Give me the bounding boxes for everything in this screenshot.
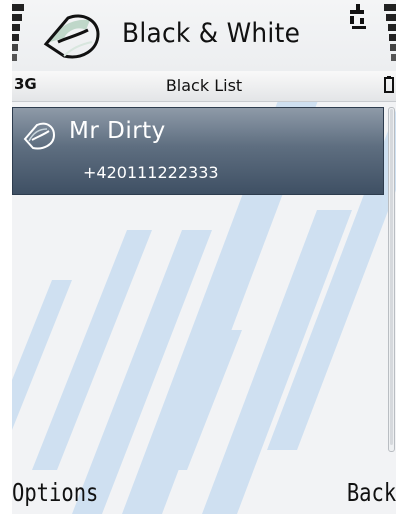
app-header: Black & White — [12, 0, 396, 72]
options-softkey[interactable]: Options — [12, 478, 98, 507]
scrollbar[interactable] — [388, 107, 395, 452]
scrollbar-thumb[interactable] — [390, 109, 393, 445]
signal-strength-icon — [12, 4, 24, 61]
contact-number: +420111222333 — [83, 163, 219, 182]
list-item[interactable]: Mr Dirty +420111222333 — [12, 107, 384, 195]
contact-name: Mr Dirty — [69, 118, 166, 144]
black-white-logo-icon — [43, 14, 100, 59]
back-softkey[interactable]: Back — [347, 478, 396, 507]
page-title: Black List — [165, 76, 243, 95]
packet-data-icon — [350, 4, 366, 29]
phone-frame: Black & White 3G Black List Mr Dirty +42… — [0, 0, 407, 514]
phone-screen: Black & White 3G Black List Mr Dirty +42… — [12, 0, 396, 514]
battery-icon — [384, 76, 394, 93]
battery-level-bars-icon — [384, 4, 396, 61]
status-subbar: 3G Black List — [12, 71, 396, 102]
app-title: Black & White — [122, 18, 301, 49]
black-white-logo-icon — [23, 122, 55, 150]
